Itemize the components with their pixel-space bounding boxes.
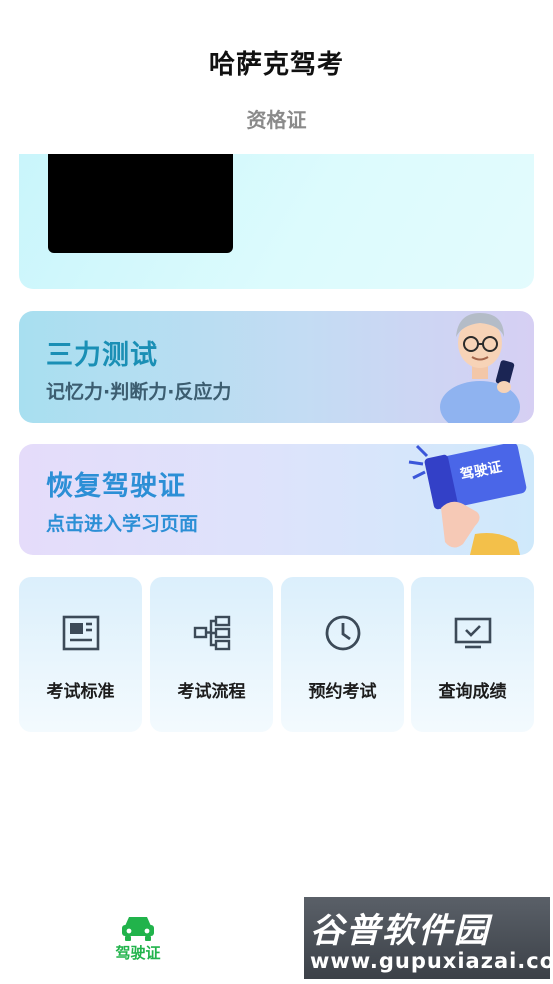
three-ability-test-card[interactable]: 三力测试 记忆力·判断力·反应力 [19, 311, 534, 423]
tile-book-exam[interactable]: 预约考试 [281, 577, 404, 732]
tile-exam-standard[interactable]: 考试标准 [19, 577, 142, 732]
license-card-illustration-icon: 驾驶证 [408, 444, 527, 555]
watermark: 谷普软件园 www.gupuxiazai.com [304, 897, 553, 979]
tile-label: 考试流程 [177, 682, 246, 702]
page-title: 哈萨克驾考 [208, 50, 344, 80]
header: 哈萨克驾考 资格证 [0, 0, 553, 154]
tile-label: 预约考试 [308, 682, 377, 702]
banner-image [48, 154, 233, 253]
watermark-title: 谷普软件园 [310, 911, 490, 951]
page-subtitle: 资格证 [246, 108, 307, 132]
card-title: 恢复驾驶证 [46, 471, 186, 502]
card-subtitle: 点击进入学习页面 [46, 513, 199, 535]
tab-license-label[interactable]: 驾驶证 [98, 942, 178, 963]
tile-label: 考试标准 [46, 682, 115, 702]
feature-grid: 考试标准 考试流程 预约考试 查询成绩 [19, 577, 534, 733]
person-illustration-icon [440, 313, 520, 423]
restore-license-card[interactable]: 恢复驾驶证 点击进入学习页面 驾驶证 [19, 444, 534, 555]
watermark-url: www.gupuxiazai.com [310, 949, 553, 973]
car-icon[interactable] [119, 914, 157, 942]
monitor-check-icon [454, 617, 491, 649]
tile-exam-process[interactable]: 考试流程 [150, 577, 273, 732]
tile-label: 查询成绩 [438, 682, 507, 702]
banner[interactable] [19, 154, 534, 289]
document-icon [62, 615, 99, 651]
clock-icon [325, 615, 360, 651]
tile-check-score[interactable]: 查询成绩 [411, 577, 534, 732]
card-title: 三力测试 [46, 340, 158, 371]
card-subtitle: 记忆力·判断力·反应力 [46, 381, 232, 403]
flowchart-icon [193, 615, 230, 651]
